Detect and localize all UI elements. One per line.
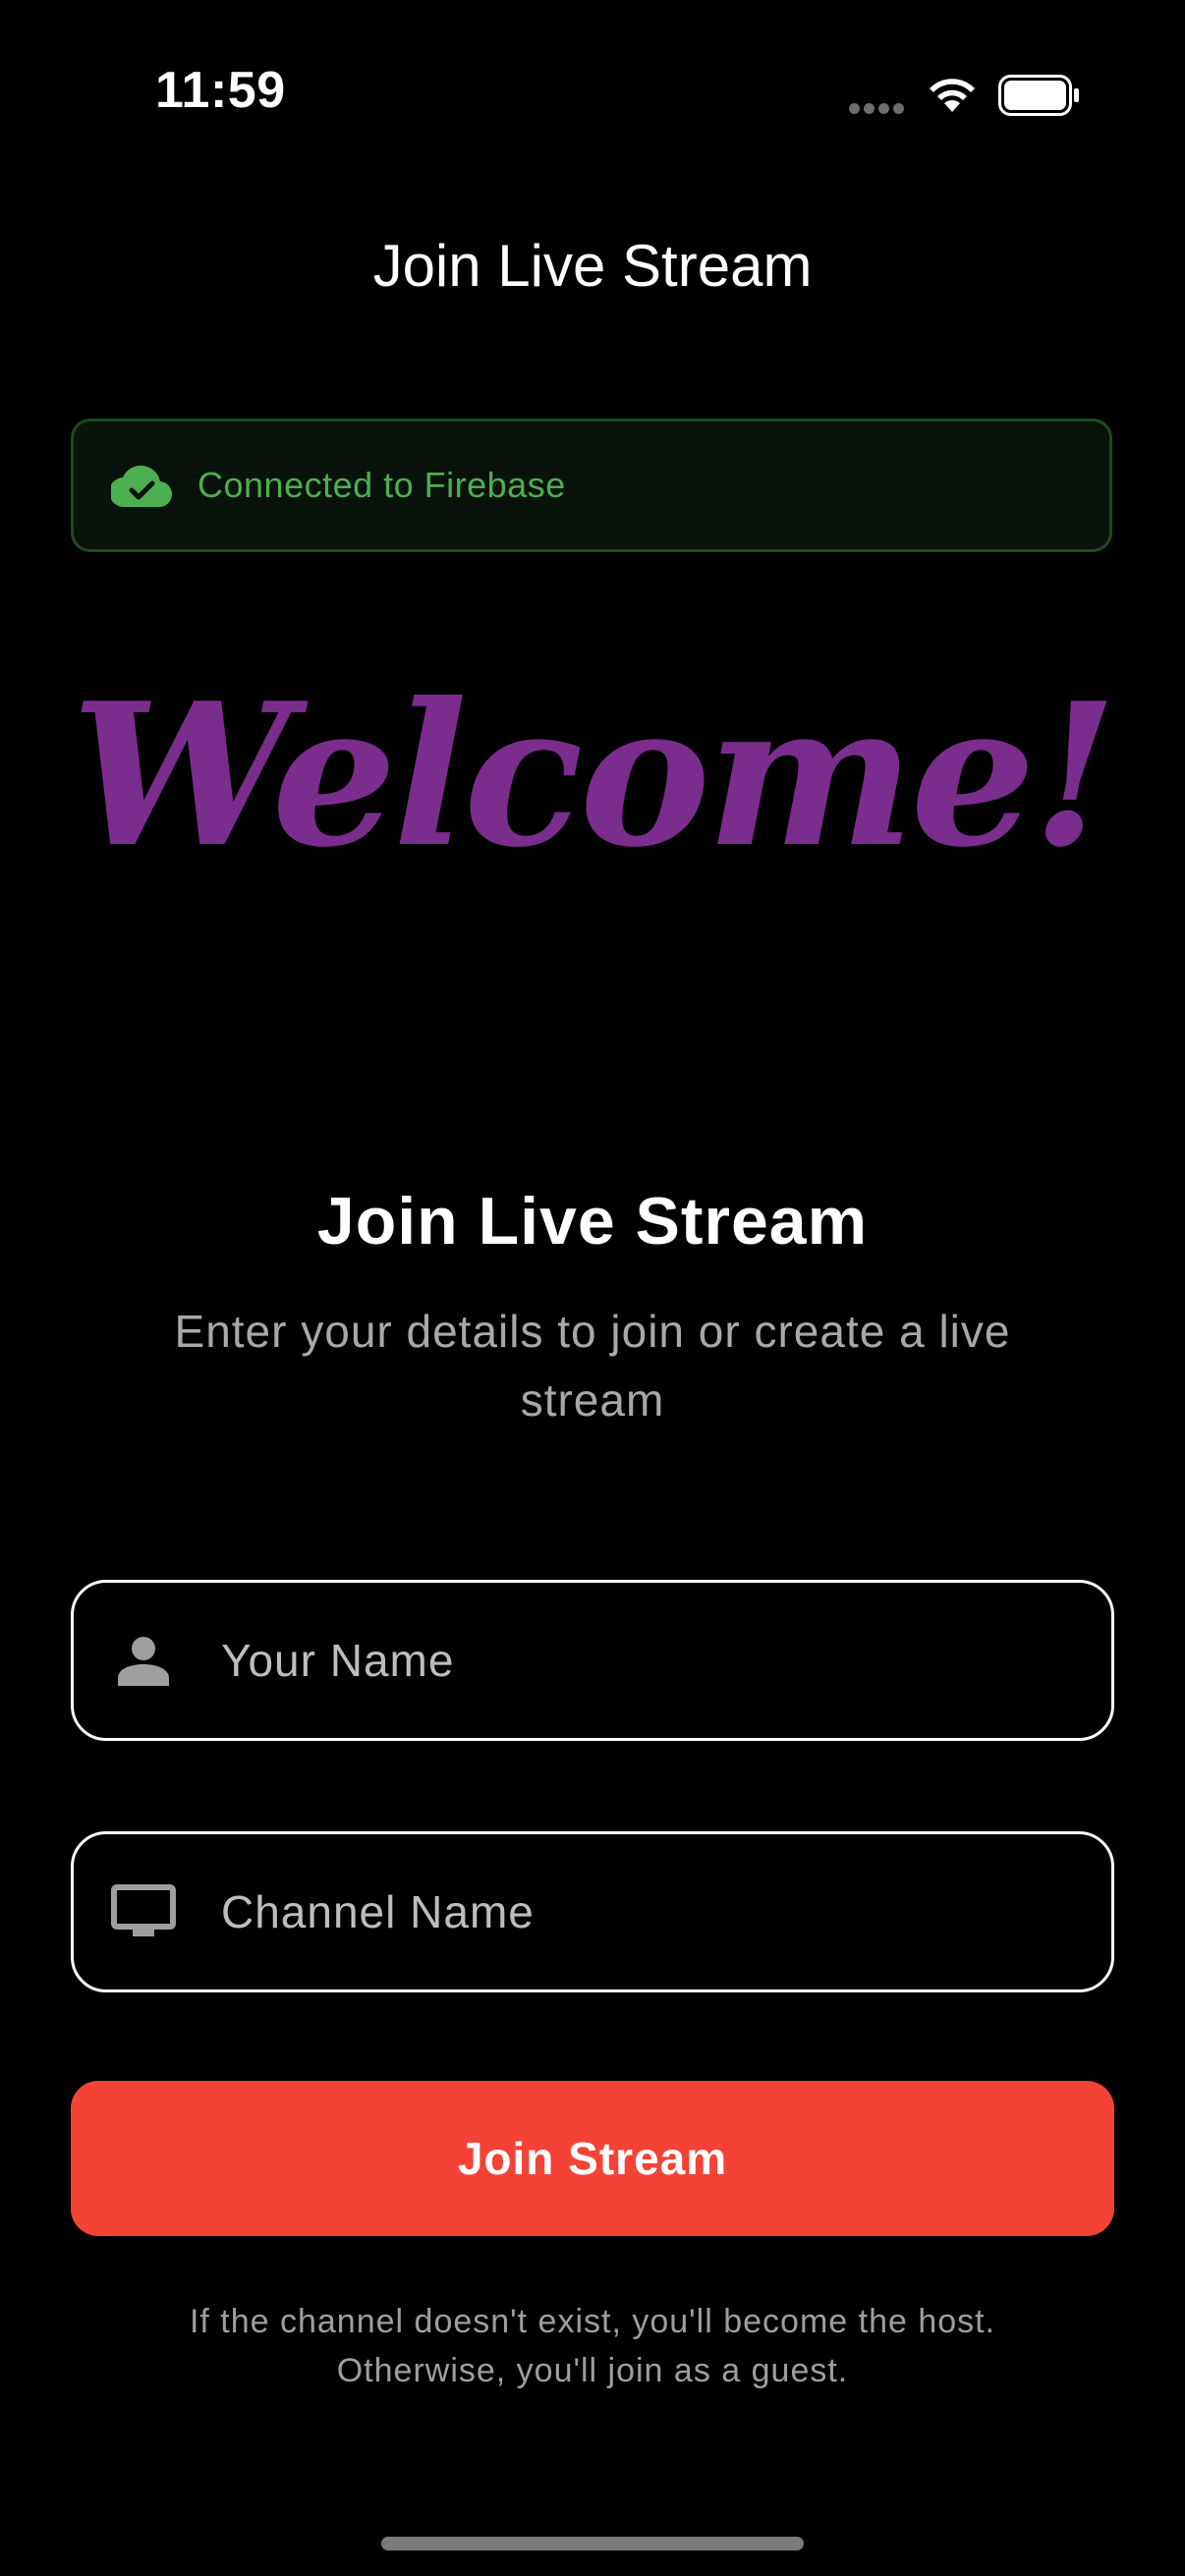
battery-icon xyxy=(998,75,1079,116)
status-time: 11:59 xyxy=(155,62,286,119)
nav-title: Join Live Stream xyxy=(372,233,813,299)
welcome-heading: Welcome! xyxy=(71,660,1117,891)
hint-line-2: Otherwise, you'll join as a guest. xyxy=(336,2352,849,2389)
connection-status-text: Connected to Firebase xyxy=(198,465,566,505)
hint-line-1: If the channel doesn't exist, you'll bec… xyxy=(189,2303,996,2340)
host-guest-hint: If the channel doesn't exist, you'll bec… xyxy=(98,2297,1087,2395)
page-subtitle: Enter your details to join or create a l… xyxy=(174,1306,1011,1426)
connection-status-banner: Connected to Firebase xyxy=(71,419,1112,552)
channel-input[interactable] xyxy=(219,1884,1111,1939)
channel-field[interactable] xyxy=(71,1831,1114,1992)
tv-icon xyxy=(111,1879,176,1944)
name-field[interactable] xyxy=(71,1580,1114,1741)
join-stream-button[interactable]: Join Stream xyxy=(71,2081,1114,2236)
home-indicator[interactable] xyxy=(381,2537,804,2550)
name-input[interactable] xyxy=(219,1633,1111,1688)
page-headline: Join Live Stream xyxy=(316,1184,869,1259)
status-bar: 11:59 xyxy=(0,0,1185,196)
cloud-done-icon xyxy=(111,465,172,507)
person-icon xyxy=(111,1628,176,1693)
cellular-signal-icon xyxy=(849,103,908,115)
wifi-icon xyxy=(930,79,975,112)
